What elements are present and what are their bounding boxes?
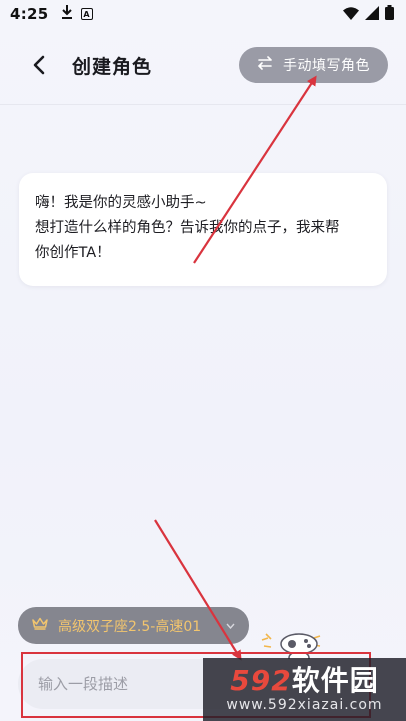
model-selector-label: 高级双子座2.5-高速01 <box>58 618 202 635</box>
status-bar: 4:25 A <box>0 0 406 28</box>
chevron-left-icon <box>33 55 45 75</box>
back-button[interactable] <box>24 50 54 80</box>
app-header: 创建角色 手动填写角色 <box>0 28 406 104</box>
header-divider <box>0 104 406 105</box>
greeting-line: 想打造什么样的角色？告诉我你的点子，我来帮 <box>35 220 340 236</box>
manual-fill-role-label: 手动填写角色 <box>283 58 370 74</box>
watermark-name: 软件园 <box>291 664 379 697</box>
chevron-down-icon <box>226 619 235 632</box>
greeting-line: 你创作TA！ <box>35 245 111 261</box>
download-icon <box>61 5 73 23</box>
signal-icon <box>365 5 379 24</box>
manual-fill-role-button[interactable]: 手动填写角色 <box>239 47 388 83</box>
watermark-logo: 592软件园 <box>230 666 378 696</box>
assistant-greeting-bubble: 嗨！我是你的灵感小助手~ 想打造什么样的角色？告诉我你的点子，我来帮 你创作TA… <box>19 173 387 286</box>
model-selector[interactable]: 高级双子座2.5-高速01 <box>18 607 249 644</box>
site-watermark: 592软件园 www.592xiazai.com <box>203 658 406 721</box>
watermark-number: 592 <box>230 664 292 697</box>
wifi-icon <box>343 6 359 24</box>
greeting-line: 嗨！我是你的灵感小助手~ <box>35 195 207 211</box>
a-box-icon: A <box>80 8 93 20</box>
page-title: 创建角色 <box>72 56 153 78</box>
crown-icon <box>32 617 48 634</box>
swap-arrows-icon <box>257 56 273 74</box>
watermark-url: www.592xiazai.com <box>226 697 383 713</box>
battery-icon <box>385 5 394 24</box>
status-time: 4:25 <box>10 5 49 23</box>
